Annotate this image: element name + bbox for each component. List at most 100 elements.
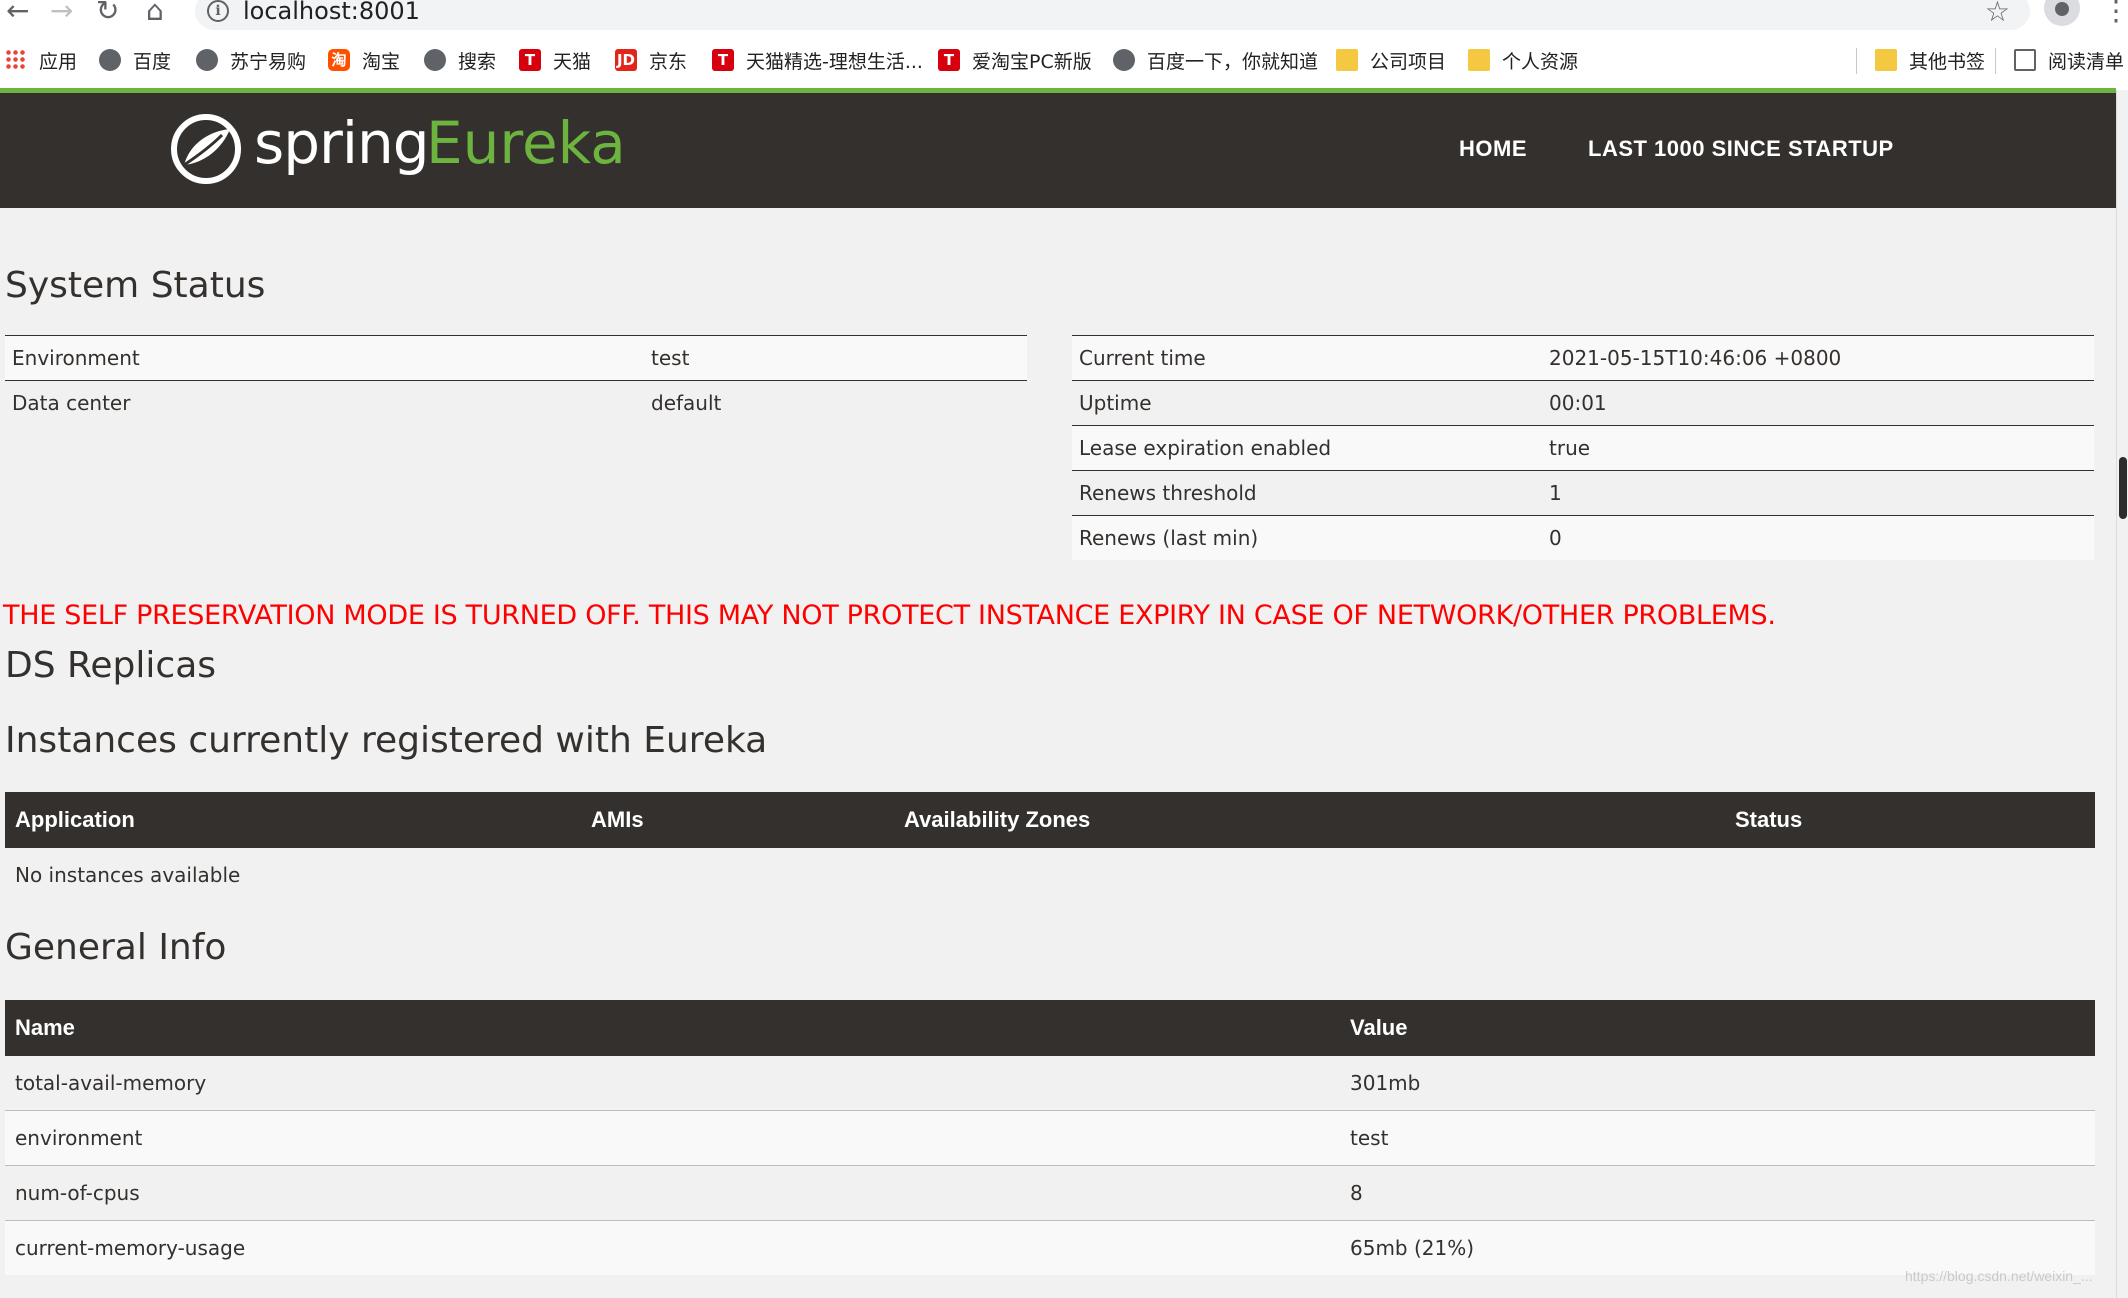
status-value: test — [644, 335, 1027, 381]
scrollbar-thumb[interactable] — [2119, 457, 2127, 519]
bookmarks-bar: 应用 百度 苏宁易购 淘 淘宝 搜索 T 天猫 JD 京东 T 天猫精选-理想生… — [0, 30, 2128, 91]
bookmark-folder-company[interactable]: 公司项目 — [1336, 46, 1446, 74]
bookmark-label: 个人资源 — [1502, 50, 1579, 73]
column-header-availability-zones: Availability Zones — [894, 792, 1725, 848]
logo-spring-text[interactable]: spring — [254, 109, 430, 177]
system-status-left-table: Environment test Data center default — [5, 335, 1027, 425]
profile-avatar-icon[interactable] — [2044, 0, 2080, 26]
info-name: environment — [5, 1110, 1340, 1166]
forward-arrow-icon[interactable]: → — [50, 0, 73, 26]
table-row: Uptime 00:01 — [1072, 380, 2094, 426]
info-value: 301mb — [1340, 1056, 2095, 1111]
bookmark-label: 其他书签 — [1909, 50, 1986, 73]
system-status-right-table: Current time 2021-05-15T10:46:06 +0800 U… — [1072, 335, 2094, 560]
reading-list-icon — [2014, 49, 2036, 71]
status-value: 2021-05-15T10:46:06 +0800 — [1542, 335, 2094, 381]
tmall-icon: T — [938, 49, 960, 71]
jd-icon: JD — [615, 49, 637, 71]
table-row: Lease expiration enabled true — [1072, 425, 2094, 471]
status-name: Renews threshold — [1072, 470, 1542, 516]
column-header-status: Status — [1725, 792, 2095, 848]
table-row: Data center default — [5, 380, 1027, 425]
table-row: environment test — [5, 1110, 2095, 1166]
eureka-navbar: spring Eureka HOME LAST 1000 SINCE START… — [0, 93, 2116, 208]
site-info-icon[interactable]: i — [207, 0, 229, 22]
bookmark-star-icon[interactable]: ☆ — [1985, 0, 2010, 28]
scrollbar-border — [2116, 90, 2117, 1298]
info-value: test — [1340, 1110, 2095, 1166]
bookmark-label: 搜索 — [458, 50, 497, 73]
status-value: 00:01 — [1542, 380, 2094, 426]
bookmark-baidu[interactable]: 百度 — [99, 46, 171, 74]
logo-eureka-text[interactable]: Eureka — [426, 109, 626, 177]
bookmark-tmall-select[interactable]: T 天猫精选-理想生活... — [712, 46, 923, 74]
bookmark-tmall[interactable]: T 天猫 — [519, 46, 591, 74]
page-scrollbar[interactable] — [2116, 90, 2128, 1298]
bookmarks-divider — [1995, 48, 1996, 74]
watermark: https://blog.csdn.net/weixin_... — [1905, 1268, 2093, 1284]
status-name: Data center — [5, 380, 644, 425]
nav-home-link[interactable]: HOME — [1459, 136, 1527, 162]
column-header-application: Application — [5, 792, 581, 848]
general-info-heading: General Info — [5, 927, 227, 968]
nav-last1000-link[interactable]: LAST 1000 SINCE STARTUP — [1588, 136, 1894, 162]
bookmark-folder-other[interactable]: 其他书签 — [1875, 46, 1985, 74]
bookmark-label: 天猫 — [553, 50, 592, 73]
globe-icon — [1113, 49, 1135, 71]
tmall-icon: T — [712, 49, 734, 71]
table-row: Current time 2021-05-15T10:46:06 +0800 — [1072, 335, 2094, 381]
status-name: Lease expiration enabled — [1072, 425, 1542, 471]
browser-toolbar: ← → ↻ ⌂ i localhost:8001 ☆ ⋮ — [0, 0, 2128, 30]
bookmark-suning[interactable]: 苏宁易购 — [196, 46, 306, 74]
address-url[interactable]: localhost:8001 — [243, 0, 420, 25]
table-row: No instances available — [5, 848, 2095, 902]
bookmark-aitaobao[interactable]: T 爱淘宝PC新版 — [938, 46, 1092, 74]
table-row: Environment test — [5, 335, 1027, 381]
instances-heading: Instances currently registered with Eure… — [5, 720, 768, 761]
bookmark-apps[interactable]: 应用 — [5, 46, 77, 74]
general-info-table: Name Value total-avail-memory 301mb envi… — [5, 1000, 2095, 1275]
address-bar[interactable]: i localhost:8001 ☆ — [195, 0, 2030, 30]
no-instances-message: No instances available — [5, 848, 2095, 902]
bookmarks-divider — [1856, 48, 1857, 74]
spring-leaf-logo-icon — [171, 114, 241, 184]
table-header-row: Application AMIs Availability Zones Stat… — [5, 792, 2095, 848]
home-icon[interactable]: ⌂ — [146, 0, 164, 26]
instances-table: Application AMIs Availability Zones Stat… — [5, 792, 2095, 902]
bookmark-baidu-search[interactable]: 百度一下，你就知道 — [1113, 46, 1318, 74]
bookmark-search[interactable]: 搜索 — [424, 46, 496, 74]
bookmark-label: 爱淘宝PC新版 — [972, 50, 1092, 73]
status-name: Current time — [1072, 335, 1542, 381]
folder-icon — [1875, 49, 1897, 71]
status-value: 1 — [1542, 470, 2094, 516]
bookmark-label: 应用 — [39, 50, 78, 73]
column-header-value: Value — [1340, 1000, 2095, 1056]
taobao-icon: 淘 — [328, 49, 350, 71]
status-value: true — [1542, 425, 2094, 471]
bookmark-jd[interactable]: JD 京东 — [615, 46, 687, 74]
table-row: Renews (last min) 0 — [1072, 515, 2094, 560]
globe-icon — [99, 49, 121, 71]
info-name: current-memory-usage — [5, 1220, 1340, 1275]
globe-icon — [424, 49, 446, 71]
ds-replicas-heading: DS Replicas — [5, 645, 217, 686]
bookmark-label: 天猫精选-理想生活... — [746, 50, 923, 73]
bookmark-reading-list[interactable]: 阅读清单 — [2014, 46, 2124, 74]
reload-icon[interactable]: ↻ — [96, 0, 119, 26]
table-row: Renews threshold 1 — [1072, 470, 2094, 516]
back-arrow-icon[interactable]: ← — [6, 0, 29, 26]
browser-menu-icon[interactable]: ⋮ — [2102, 0, 2128, 27]
info-name: num-of-cpus — [5, 1165, 1340, 1221]
bookmark-folder-personal[interactable]: 个人资源 — [1468, 46, 1578, 74]
bookmark-label: 公司项目 — [1370, 50, 1447, 73]
bookmark-taobao[interactable]: 淘 淘宝 — [328, 46, 400, 74]
bookmark-label: 苏宁易购 — [230, 50, 307, 73]
bookmark-label: 京东 — [649, 50, 688, 73]
folder-icon — [1336, 49, 1358, 71]
table-row: current-memory-usage 65mb (21%) — [5, 1220, 2095, 1275]
table-row: total-avail-memory 301mb — [5, 1056, 2095, 1111]
self-preservation-warning: THE SELF PRESERVATION MODE IS TURNED OFF… — [3, 600, 1776, 631]
apps-grid-icon — [5, 49, 27, 71]
info-value: 8 — [1340, 1165, 2095, 1221]
bookmark-label: 百度一下，你就知道 — [1147, 50, 1319, 73]
